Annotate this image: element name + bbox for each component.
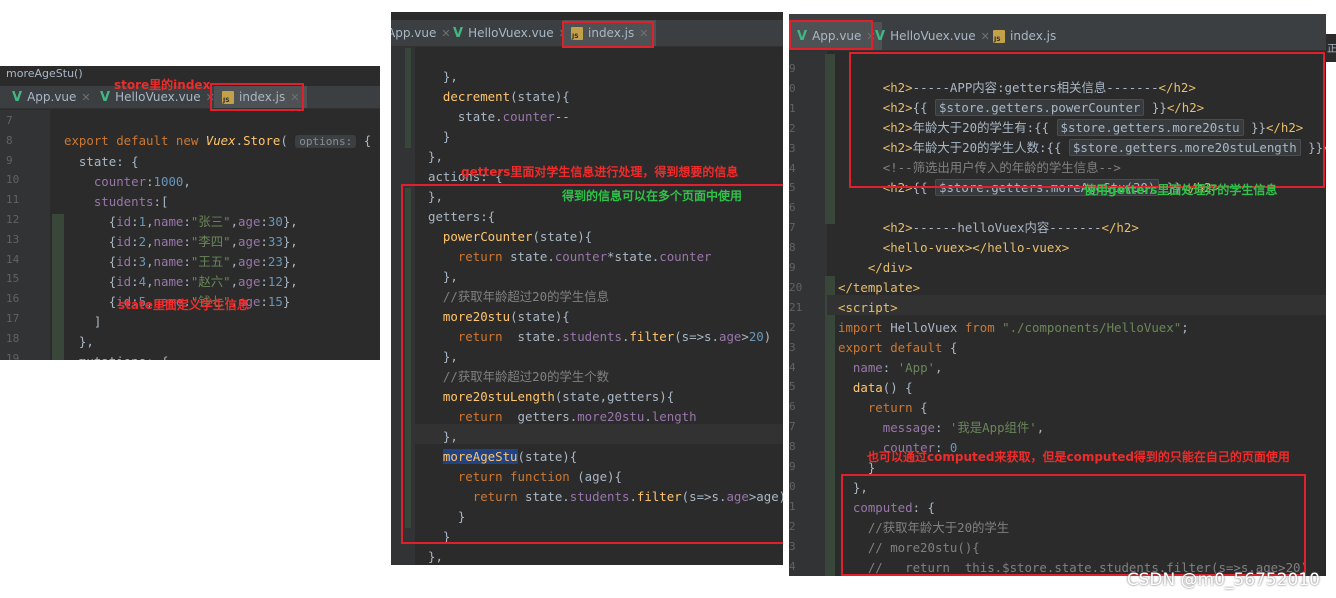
line-number: 18 [6, 331, 20, 345]
vue-file-icon: V [453, 25, 464, 41]
close-icon[interactable]: ✕ [441, 27, 450, 40]
tab-hellovuex-vue[interactable]: V HelloVuex.vue ✕ [875, 22, 990, 50]
annotation-computed: 也可以通过computed来获取，但是computed得到的只能在自己的页面使用 [867, 450, 1290, 464]
line-number: 2 [789, 121, 796, 135]
line-number: 5 [789, 380, 796, 394]
editor-panel-getters: App.vue ✕ V HelloVuex.vue ✕ index.js ✕ }… [391, 12, 783, 565]
line-number: 1 [789, 101, 796, 115]
line-number: 1 [789, 499, 796, 513]
line-number: 4 [789, 559, 796, 573]
line-number: 21 [789, 300, 803, 314]
breadcrumb [391, 12, 783, 20]
line-number: 14 [6, 252, 20, 266]
vue-file-icon: V [875, 28, 886, 44]
line-number: 9 [789, 460, 796, 473]
line-number: 0 [789, 479, 796, 493]
close-icon[interactable]: ✕ [981, 30, 990, 43]
highlight-box-index-tab [210, 83, 304, 111]
line-number: 0 [789, 81, 796, 95]
tab-hellovuex-vue[interactable]: V HelloVuex.vue ✕ [453, 20, 568, 46]
side-badge: 正 [1326, 34, 1336, 62]
changed-lines-marker [825, 276, 835, 576]
line-number: 4 [789, 360, 796, 374]
line-number: 8 [789, 241, 796, 255]
line-number: 2 [789, 320, 796, 334]
line-number: 7 [789, 420, 796, 434]
vue-file-icon: V [100, 89, 111, 105]
changed-lines-marker [405, 48, 411, 148]
line-number: 15 [6, 272, 20, 286]
line-number: 16 [6, 292, 20, 306]
changed-lines-marker [825, 54, 835, 224]
highlight-box-index-tab [562, 21, 654, 48]
tab-label: HelloVuex.vue [468, 26, 554, 40]
tab-label: index.js [1010, 29, 1057, 43]
line-number: 3 [789, 141, 796, 155]
line-number: 20 [789, 280, 803, 294]
line-number: 9 [789, 62, 796, 75]
line-number: 11 [6, 193, 20, 207]
vue-file-icon: V [12, 89, 23, 105]
line-number: 9 [789, 261, 796, 274]
tab-index-js[interactable]: index.js [993, 22, 1056, 50]
tab-app-vue[interactable]: App.vue ✕ [391, 20, 451, 46]
highlight-box-getters [401, 184, 783, 544]
annotation-use-getters: 使用getters里面处理好的学生信息 [1084, 183, 1278, 197]
tab-label: App.vue [27, 90, 77, 104]
annotation-getters-process: getters里面对学生信息进行处理，得到想要的信息 [461, 165, 739, 179]
close-icon[interactable]: ✕ [81, 91, 90, 104]
line-number: 6 [789, 400, 796, 414]
tab-label: HelloVuex.vue [890, 29, 976, 43]
annotation-shared-across-pages: 得到的信息可以在多个页面中使用 [562, 189, 743, 203]
line-number: 13 [6, 232, 20, 246]
highlight-box-computed [841, 474, 1306, 576]
line-number: 8 [789, 440, 796, 454]
line-number: 4 [789, 161, 796, 175]
line-number: 7 [789, 221, 796, 235]
line-number: 12 [6, 213, 20, 226]
js-file-icon [993, 29, 1005, 43]
breadcrumb-label[interactable]: moreAgeStu() [6, 67, 83, 80]
line-number: 3 [789, 340, 796, 354]
line-number: 2 [789, 519, 796, 533]
line-number: 7 [6, 114, 13, 127]
highlight-box-app-tab [789, 20, 873, 50]
tab-app-vue[interactable]: V App.vue ✕ [12, 86, 91, 108]
editor-panel-store-state: moreAgeStu() V App.vue ✕ V HelloVuex.vue… [0, 66, 380, 360]
line-number: 3 [789, 539, 796, 553]
annotation-state-definition: state里面定义学生信息 [118, 298, 249, 312]
line-number: 8 [6, 133, 13, 147]
line-number: 19 [6, 351, 20, 360]
line-number: 17 [6, 312, 20, 325]
tab-label: App.vue [391, 26, 437, 40]
line-number: 6 [789, 201, 796, 215]
line-number: 9 [6, 153, 13, 167]
code-area[interactable]: export default new Vuex.Store( options: … [64, 111, 371, 360]
side-badge-label: 正 [1327, 44, 1336, 55]
annotation-store-index: store里的index [114, 78, 211, 92]
highlight-box-getters-usage [849, 52, 1325, 188]
changed-lines-marker [52, 214, 64, 360]
editor-panel-app-vue: V App.vue ✕ V HelloVuex.vue ✕ index.js 9… [789, 14, 1326, 576]
line-number: 10 [6, 173, 20, 187]
watermark: CSDN @m0_56752010 [1126, 570, 1320, 590]
line-number: 5 [789, 181, 796, 195]
